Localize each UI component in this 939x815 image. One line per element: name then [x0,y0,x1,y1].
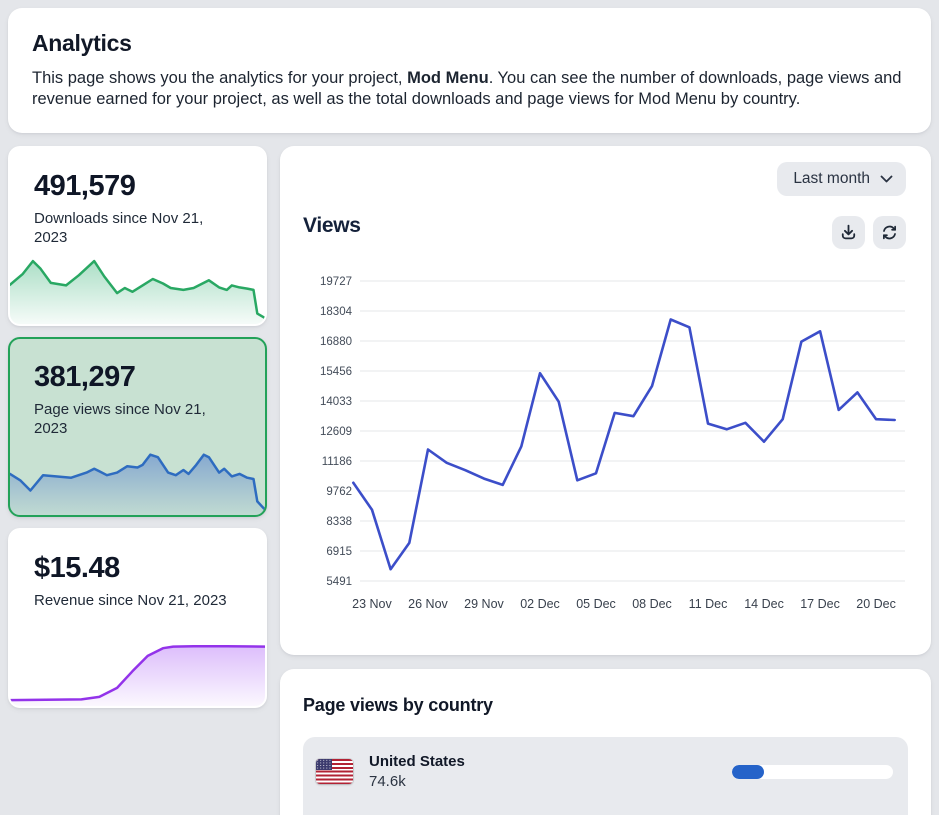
date-range-label: Last month [793,170,870,188]
country-bar-fill [732,765,764,779]
page-title: Analytics [32,30,907,57]
views-chart: 19727 18304 16880 15456 14033 12609 11186 9762 8… [300,268,912,640]
project-name: Mod Menu [407,69,489,87]
pageviews-value: 381,297 [34,361,265,394]
svg-text:18304: 18304 [320,306,353,318]
views-title: Views [303,214,361,238]
stat-cards-column: 491,579 Downloads since Nov 21, 2023 381… [8,146,267,708]
svg-text:19727: 19727 [320,276,352,288]
svg-text:16880: 16880 [320,336,352,348]
refresh-icon [881,224,898,241]
downloads-sparkline [10,252,265,324]
us-flag-icon [316,759,353,784]
downloads-label: Downloads since Nov 21, 2023 [34,210,234,248]
svg-text:8338: 8338 [326,516,352,528]
svg-text:26 Nov: 26 Nov [408,597,448,611]
svg-text:14033: 14033 [320,396,352,408]
pageviews-label: Page views since Nov 21, 2023 [34,401,234,439]
svg-text:11 Dec: 11 Dec [689,597,728,611]
refresh-chart-button[interactable] [873,216,906,249]
svg-text:17 Dec: 17 Dec [800,597,840,611]
svg-text:11186: 11186 [322,456,352,468]
download-icon [840,224,857,241]
download-chart-button[interactable] [832,216,865,249]
svg-text:15456: 15456 [320,366,352,378]
svg-text:5491: 5491 [326,576,352,588]
svg-text:20 Dec: 20 Dec [856,597,896,611]
downloads-stat-card[interactable]: 491,579 Downloads since Nov 21, 2023 [8,146,267,326]
svg-text:6915: 6915 [326,546,352,558]
date-range-selector[interactable]: Last month [777,162,906,196]
analytics-page: Analytics This page shows you the analyt… [0,0,939,815]
country-row-india: India [316,801,893,815]
country-panel-title: Page views by country [303,695,908,716]
revenue-value: $15.48 [34,552,265,585]
views-chart-card: Last month Views 19727183041688 [280,146,931,655]
country-name: United States [369,753,465,770]
svg-text:02 Dec: 02 Dec [520,597,560,611]
revenue-sparkline [10,634,265,706]
country-progress-bar [732,765,893,779]
page-description: This page shows you the analytics for yo… [32,68,907,111]
svg-text:23 Nov: 23 Nov [352,597,392,611]
chevron-down-icon [880,175,893,183]
country-views-card: Page views by country United States 74.6… [280,669,931,815]
revenue-stat-card[interactable]: $15.48 Revenue since Nov 21, 2023 [8,528,267,708]
svg-text:9762: 9762 [326,486,352,498]
pageviews-stat-card[interactable]: 381,297 Page views since Nov 21, 2023 [8,337,267,517]
svg-text:12609: 12609 [320,426,352,438]
svg-text:29 Nov: 29 Nov [464,597,504,611]
svg-text:08 Dec: 08 Dec [632,597,672,611]
country-views-value: 74.6k [369,773,465,790]
downloads-value: 491,579 [34,170,265,203]
country-list: United States 74.6k India [303,737,908,815]
country-row-united-states: United States 74.6k [316,742,893,801]
pageviews-sparkline [10,443,265,515]
svg-text:05 Dec: 05 Dec [576,597,616,611]
svg-text:14 Dec: 14 Dec [744,597,784,611]
page-header-card: Analytics This page shows you the analyt… [8,8,931,133]
revenue-label: Revenue since Nov 21, 2023 [34,592,234,611]
